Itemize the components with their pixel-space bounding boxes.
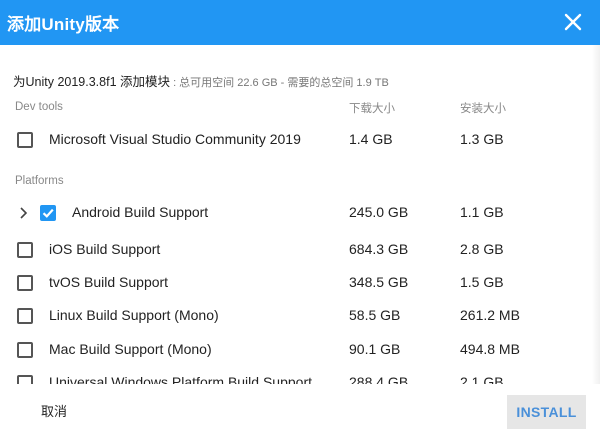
module-row-ios[interactable]: iOS Build Support 684.3 GB 2.8 GB [0,235,600,267]
close-icon[interactable] [562,11,584,33]
module-download-size: 288.4 GB [349,374,409,384]
module-row-uwp[interactable]: Universal Windows Platform Build Support… [0,368,600,384]
disk-space-info: : 总可用空间 22.6 GB - 需要的总空间 1.9 TB [170,77,389,89]
checkbox-uwp[interactable] [17,375,33,384]
module-install-size: 1.3 GB [460,131,504,147]
module-name: tvOS Build Support [49,274,169,290]
install-button[interactable]: INSTALL [507,395,586,429]
module-summary-title: 为Unity 2019.3.8f1 添加模块 [13,75,171,89]
column-install-size: 安装大小 [460,103,506,115]
module-name: Mac Build Support (Mono) [49,341,212,357]
module-install-size: 494.8 MB [460,341,520,357]
module-row-visual-studio[interactable]: Microsoft Visual Studio Community 2019 1… [0,125,600,157]
checkbox-mac[interactable] [17,342,33,358]
module-install-size: 2.1 GB [460,374,504,384]
module-summary: 为Unity 2019.3.8f1 添加模块 : 总可用空间 22.6 GB -… [13,71,389,90]
scroll-shadow [592,45,600,429]
module-name: Microsoft Visual Studio Community 2019 [49,131,301,147]
section-dev-tools: Dev tools [15,101,63,113]
module-download-size: 90.1 GB [349,341,401,357]
chevron-right-icon[interactable] [18,206,30,220]
module-list[interactable]: Dev tools 下载大小 安装大小 Microsoft Visual Stu… [0,92,600,384]
module-install-size: 261.2 MB [460,307,520,323]
module-download-size: 58.5 GB [349,307,401,323]
module-download-size: 1.4 GB [349,131,393,147]
section-platforms: Platforms [15,175,64,187]
module-name: Android Build Support [72,204,209,220]
checkbox-android[interactable] [40,205,56,221]
module-install-size: 1.1 GB [460,204,504,220]
checkbox-ios[interactable] [17,242,33,258]
module-install-size: 1.5 GB [460,274,504,290]
module-row-android[interactable]: Android Build Support 245.0 GB 1.1 GB [0,198,600,230]
module-row-linux[interactable]: Linux Build Support (Mono) 58.5 GB 261.2… [0,301,600,333]
dialog-header: 添加Unity版本 [0,0,600,45]
column-download-size: 下载大小 [349,103,395,115]
check-icon [42,208,54,218]
checkbox-visual-studio[interactable] [17,132,33,148]
module-name: Universal Windows Platform Build Support [49,374,312,384]
module-download-size: 245.0 GB [349,204,409,220]
checkbox-linux[interactable] [17,308,33,324]
dialog-title: 添加Unity版本 [7,15,120,34]
module-row-tvos[interactable]: tvOS Build Support 348.5 GB 1.5 GB [0,268,600,300]
module-name: iOS Build Support [49,241,161,257]
module-row-mac[interactable]: Mac Build Support (Mono) 90.1 GB 494.8 M… [0,335,600,367]
module-download-size: 684.3 GB [349,241,409,257]
cancel-button[interactable]: 取消 [41,401,67,420]
module-download-size: 348.5 GB [349,274,409,290]
dialog-footer: 取消 INSTALL [0,384,600,429]
module-name: Linux Build Support (Mono) [49,307,219,323]
checkbox-tvos[interactable] [17,275,33,291]
module-install-size: 2.8 GB [460,241,504,257]
